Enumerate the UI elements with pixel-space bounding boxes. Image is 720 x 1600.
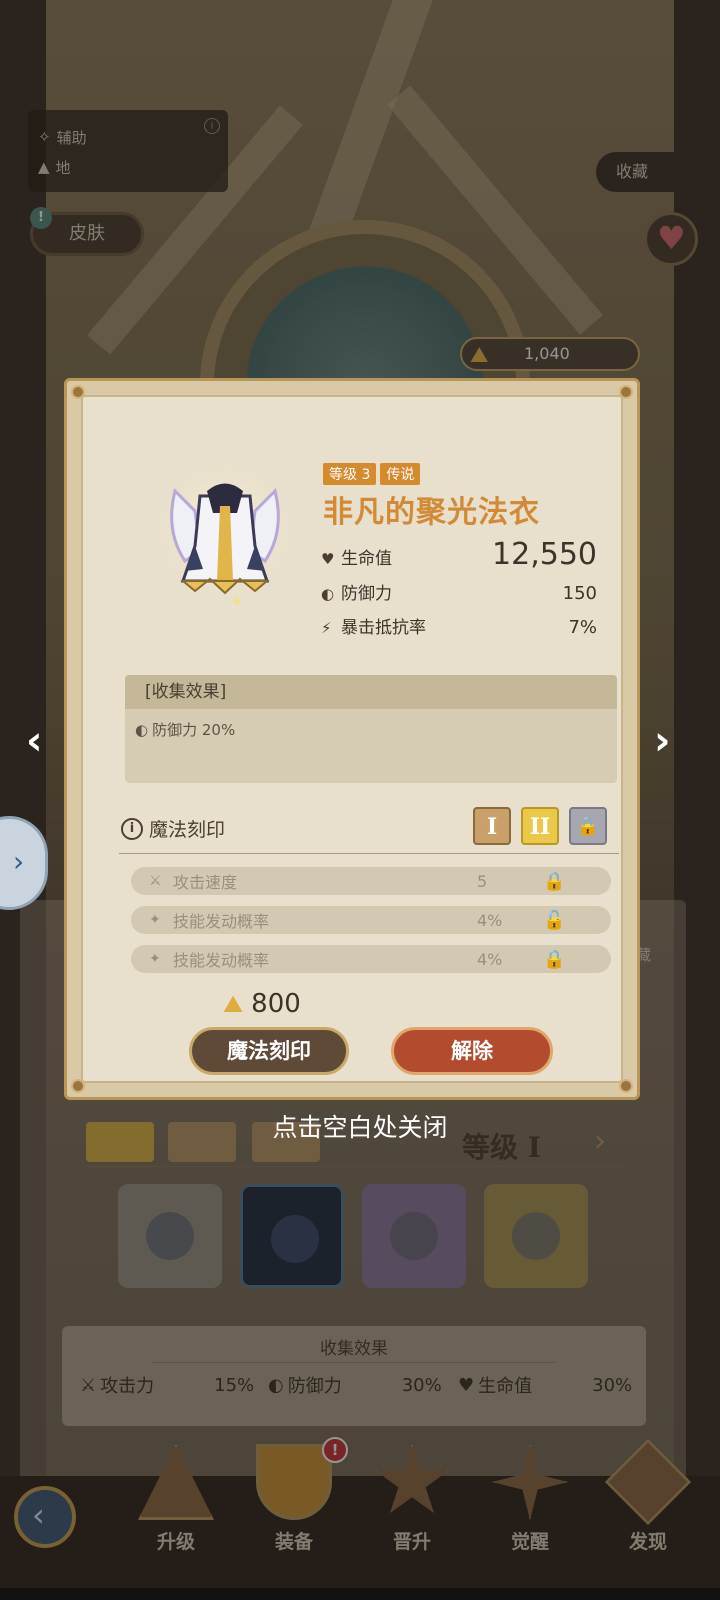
rune-label: 技能发动概率 xyxy=(173,951,270,970)
rune-row: ✦ 技能发动概率 4% 🔓 xyxy=(131,906,611,934)
collection-effect-text: 防御力 20% xyxy=(152,721,236,739)
rune-row: ✦ 技能发动概率 4% 🔒 xyxy=(131,945,611,973)
stat-row-crit-resist: ⚡ 暴击抵抗率 7% xyxy=(321,613,597,638)
shield-icon: ◐ xyxy=(321,585,335,603)
release-button[interactable]: 解除 xyxy=(391,1027,553,1075)
item-detail-card: ✦ 等级 3 传说 非凡的聚光法衣 ♥ 生命值 12,550 ◐ 防御力 150… xyxy=(64,378,640,1100)
stat-row-defense: ◐ 防御力 150 xyxy=(321,579,597,604)
tier-button-2[interactable]: II xyxy=(521,807,559,845)
info-icon[interactable]: i xyxy=(121,817,143,840)
engrave-cost: ⛰ 800 xyxy=(223,989,301,1019)
stat-label: 暴击抵抗率 xyxy=(341,618,426,638)
svg-text:✦: ✦ xyxy=(231,594,243,610)
stat-value: 150 xyxy=(562,583,597,604)
engrave-button[interactable]: 魔法刻印 xyxy=(189,1027,349,1075)
tier-button-1[interactable]: I xyxy=(473,807,511,845)
stat-label: 生命值 xyxy=(341,549,392,569)
rune-row: ⚔ 攻击速度 5 🔒 xyxy=(131,867,611,895)
item-badges: 等级 3 传说 xyxy=(323,463,421,485)
stat-row-hp: ♥ 生命值 12,550 xyxy=(321,537,597,572)
skill-chance-icon: ✦ xyxy=(149,951,161,967)
divider xyxy=(119,853,619,854)
cost-amount: 800 xyxy=(251,989,301,1019)
skill-chance-icon: ✦ xyxy=(149,912,161,928)
stat-label: 防御力 xyxy=(341,584,392,604)
lock-icon[interactable]: 🔒 xyxy=(543,871,565,892)
previous-item-arrow[interactable]: ‹ xyxy=(26,718,42,764)
rune-value: 5 xyxy=(477,871,488,891)
attack-speed-icon: ⚔ xyxy=(149,873,162,889)
close-hint: 点击空白处关闭 xyxy=(272,1113,448,1142)
level-badge: 等级 3 xyxy=(323,463,377,485)
heart-icon: ♥ xyxy=(321,550,335,568)
rune-label: 技能发动概率 xyxy=(173,912,270,931)
robe-item-image: ✦ xyxy=(145,451,305,611)
rune-label: 攻击速度 xyxy=(173,873,238,892)
lock-icon[interactable]: 🔒 xyxy=(543,949,565,970)
rune-value: 4% xyxy=(477,910,503,930)
tier-lock-button[interactable]: 🔒 xyxy=(569,807,607,845)
stat-value: 12,550 xyxy=(492,537,597,572)
collection-effect: ◐ 防御力 20% xyxy=(125,709,617,750)
collection-header: [收集效果] xyxy=(125,675,617,709)
rune-value: 4% xyxy=(477,949,503,969)
item-name: 非凡的聚光法衣 xyxy=(323,495,540,530)
lock-icon: 🔒 xyxy=(576,816,600,837)
chevron-right-icon: › xyxy=(13,845,25,878)
shield-icon: ◐ xyxy=(135,720,149,739)
stat-value: 7% xyxy=(568,617,597,638)
next-item-arrow[interactable]: › xyxy=(654,718,670,764)
magic-engrave-header: i 魔法刻印 xyxy=(121,815,225,842)
magic-engrave-title: 魔法刻印 xyxy=(149,819,226,841)
gold-pile-icon: ⛰ xyxy=(223,990,244,1018)
crit-resist-icon: ⚡ xyxy=(321,619,332,637)
unlock-icon[interactable]: 🔓 xyxy=(543,910,565,931)
card-body: ✦ 等级 3 传说 非凡的聚光法衣 ♥ 生命值 12,550 ◐ 防御力 150… xyxy=(81,395,623,1083)
rarity-badge: 传说 xyxy=(380,463,421,485)
collection-effect-box: [收集效果] ◐ 防御力 20% xyxy=(125,675,617,783)
